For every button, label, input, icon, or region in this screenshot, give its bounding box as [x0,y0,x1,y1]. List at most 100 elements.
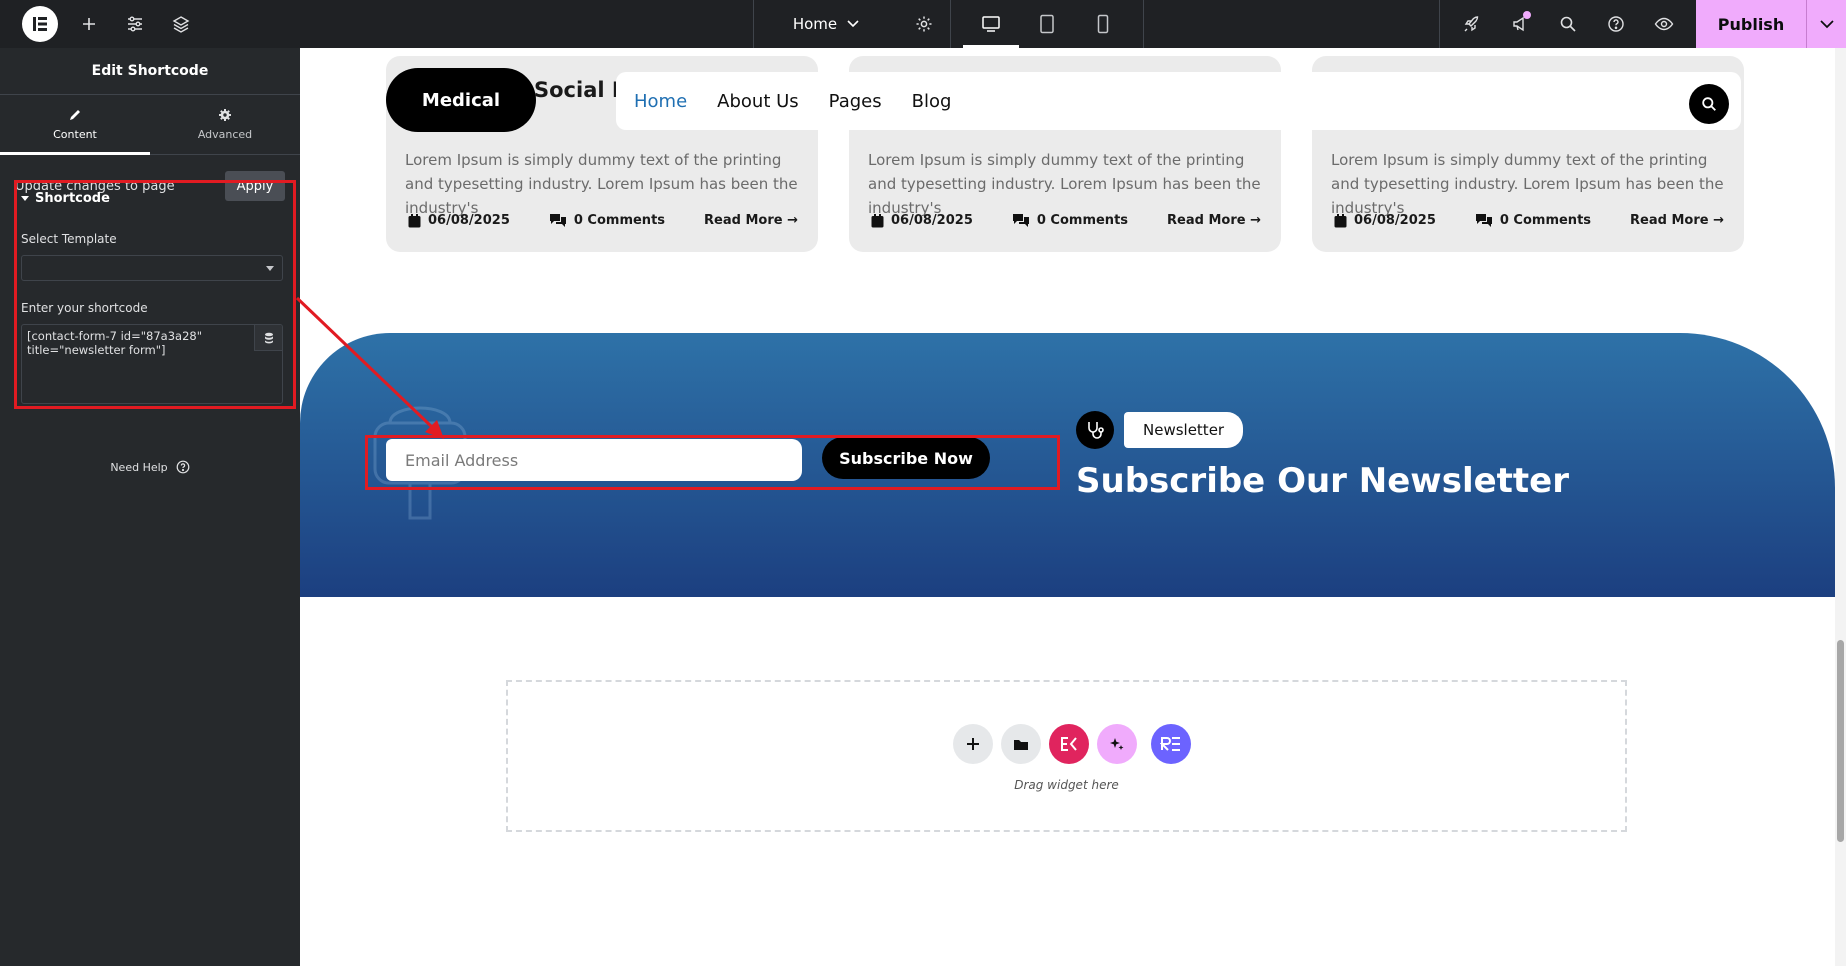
need-help-link[interactable]: Need Help [0,460,300,474]
panel-tabs: Content Advanced [0,95,300,155]
stethoscope-icon [1076,411,1114,449]
royal-elementor-library-button[interactable] [1151,724,1191,764]
dynamic-tags-button[interactable] [254,325,282,351]
nav-item-about-us[interactable]: About Us [717,91,799,112]
nav-item-home[interactable]: Home [634,91,687,112]
topbar-left-tools [0,0,204,48]
site-navbar: Home About Us Pages Blog [616,72,1741,130]
panel-title: Edit Shortcode [0,48,300,95]
tab-advanced[interactable]: Advanced [150,95,300,154]
desktop-view-button[interactable] [963,0,1019,48]
elementskit-logo-icon [1061,737,1077,751]
chevron-down-icon [847,20,859,28]
newsletter-title: Subscribe Our Newsletter [1076,461,1569,501]
preview-eye-icon[interactable] [1640,0,1688,48]
help-question-icon[interactable] [1592,0,1640,48]
card-excerpt: Lorem Ipsum is simply dummy text of the … [868,151,1261,217]
card-comments-text: 0 Comments [1036,213,1129,228]
publish-button[interactable]: Publish [1696,0,1806,48]
nav-item-pages[interactable]: Pages [829,91,882,112]
card-comments[interactable]: 0 Comments [549,213,665,228]
newsletter-section: Email Address Subscribe Now Newsletter S… [300,333,1835,597]
card-meta: 06/08/2025 0 Comments Read More → [871,213,1261,228]
page-name: Home [792,15,838,33]
plus-icon [967,738,979,750]
shortcode-label: Enter your shortcode [21,301,148,315]
help-question-icon [176,460,190,474]
publish-options-button[interactable] [1806,0,1846,48]
card-date-text: 06/08/2025 [428,213,510,228]
chevron-down-icon [1819,19,1834,28]
card-comments-text: 0 Comments [573,213,666,228]
shortcode-textarea[interactable]: [contact-form-7 id="87a3a28" title="news… [21,324,283,404]
mobile-view-button[interactable] [1075,0,1131,48]
scrollbar-thumb[interactable] [1837,640,1844,842]
site-logo[interactable]: Medical [386,68,536,132]
calendar-icon [1334,213,1347,227]
page-settings-button[interactable] [898,0,951,48]
shortcode-section-toggle[interactable]: Shortcode [21,191,293,206]
site-settings-sliders-icon[interactable] [112,0,158,48]
elementor-logo-icon[interactable] [22,6,58,42]
gear-icon [916,16,932,32]
card-read-more-link[interactable]: Read More → [704,213,798,228]
add-section-button[interactable] [953,724,993,764]
card-date-text: 06/08/2025 [891,213,973,228]
card-date: 06/08/2025 [871,213,973,228]
shortcode-section: Shortcode Select Template Enter your sho… [14,180,296,409]
search-icon [1702,97,1716,111]
tab-advanced-label: Advanced [197,128,253,141]
card-read-more-link[interactable]: Read More → [1630,213,1724,228]
comments-icon [1012,214,1029,227]
main-menu: Home About Us Pages Blog [634,72,951,130]
empty-container-drop-zone[interactable]: Drag widget here [506,680,1627,832]
tab-content[interactable]: Content [0,95,150,155]
notification-dot [1523,11,1531,19]
calendar-icon [871,213,884,227]
select-template-label: Select Template [21,232,117,246]
highlight-box-form [365,435,1060,490]
nav-search-button[interactable] [1689,84,1729,124]
card-date: 06/08/2025 [1334,213,1436,228]
tablet-view-button[interactable] [1019,0,1075,48]
card-comments[interactable]: 0 Comments [1475,213,1591,228]
newsletter-badge: Newsletter [1076,411,1244,449]
tablet-icon [1040,14,1054,34]
need-help-text: Need Help [110,460,168,474]
select-template-dropdown[interactable] [21,255,283,281]
nav-item-blog[interactable]: Blog [912,91,952,112]
canvas-scrollbar[interactable] [1835,48,1846,966]
notifications-megaphone-icon[interactable] [1496,0,1544,48]
tab-content-label: Content [53,128,97,141]
card-meta: 06/08/2025 0 Comments Read More → [408,213,798,228]
sparkles-icon [1110,738,1124,750]
drop-zone-actions [953,724,1191,764]
royal-elementor-logo-icon [1160,737,1180,751]
card-comments-text: 0 Comments [1499,213,1592,228]
elementskit-library-button[interactable] [1049,724,1089,764]
comments-icon [1475,214,1492,227]
comments-icon [549,214,566,227]
card-meta: 06/08/2025 0 Comments Read More → [1334,213,1724,228]
newsletter-badge-label: Newsletter [1124,412,1244,448]
card-date-text: 06/08/2025 [1354,213,1436,228]
layers-structure-icon[interactable] [158,0,204,48]
search-icon[interactable] [1544,0,1592,48]
topbar-right-icons [1439,0,1696,48]
shortcode-value: [contact-form-7 id="87a3a28" title="news… [27,329,202,357]
editor-topbar: Home Publish [0,0,1846,48]
page-selector[interactable]: Home [753,0,898,48]
template-library-button[interactable] [1001,724,1041,764]
card-excerpt: Lorem Ipsum is simply dummy text of the … [1331,151,1724,217]
mobile-icon [1097,14,1109,34]
add-element-icon[interactable] [66,0,112,48]
topbar-right: Publish [1439,0,1846,48]
responsive-mode-switcher [951,0,1144,48]
gear-icon [219,109,231,121]
ai-assistant-button[interactable] [1097,724,1137,764]
topbar-center: Home [753,0,1144,48]
card-comments[interactable]: 0 Comments [1012,213,1128,228]
card-read-more-link[interactable]: Read More → [1167,213,1261,228]
folder-icon [1014,739,1028,750]
rocket-launch-icon[interactable] [1448,0,1496,48]
